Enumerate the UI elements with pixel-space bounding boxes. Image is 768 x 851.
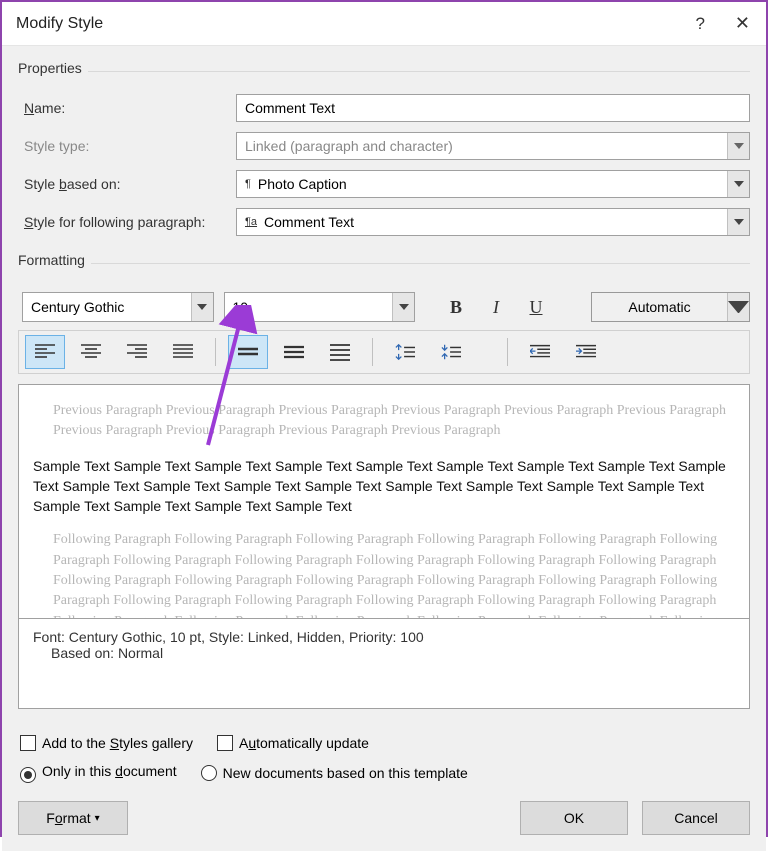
properties-label: Properties xyxy=(18,60,82,76)
bold-button[interactable]: B xyxy=(441,292,471,322)
underline-button[interactable]: U xyxy=(521,292,551,322)
dialog-title: Modify Style xyxy=(16,15,103,33)
increase-indent-button[interactable] xyxy=(566,335,606,369)
align-right-button[interactable] xyxy=(117,335,157,369)
font-color-select[interactable]: Automatic xyxy=(591,292,750,322)
desc-line-1: Font: Century Gothic, 10 pt, Style: Link… xyxy=(33,629,735,645)
based-on-label: Style based on: xyxy=(18,176,236,192)
line-spacing-2-button[interactable] xyxy=(320,335,360,369)
font-family-value: Century Gothic xyxy=(23,299,191,315)
name-input[interactable] xyxy=(236,94,750,122)
pilcrow-icon: ¶ xyxy=(245,178,251,190)
font-size-select[interactable]: 10 xyxy=(224,292,416,322)
based-on-select[interactable]: ¶Photo Caption xyxy=(236,170,750,198)
chevron-down-icon[interactable] xyxy=(727,209,749,235)
desc-line-2: Based on: Normal xyxy=(33,645,735,661)
style-description: Font: Century Gothic, 10 pt, Style: Link… xyxy=(18,619,750,709)
following-label: Style for following paragraph: xyxy=(18,214,236,230)
preview-previous-para: Previous Paragraph Previous Paragraph Pr… xyxy=(53,401,735,442)
align-justify-button[interactable] xyxy=(163,335,203,369)
style-preview: Previous Paragraph Previous Paragraph Pr… xyxy=(18,384,750,619)
close-button[interactable]: ✕ xyxy=(735,13,750,34)
style-type-label: Style type: xyxy=(18,138,236,154)
space-before-decrease-button[interactable] xyxy=(431,335,471,369)
chevron-down-icon[interactable] xyxy=(727,171,749,197)
italic-button[interactable]: I xyxy=(481,292,511,322)
style-type-select: Linked (paragraph and character) xyxy=(236,132,750,160)
ok-button[interactable]: OK xyxy=(520,801,628,835)
titlebar: Modify Style ? ✕ xyxy=(2,2,766,46)
following-value: ¶aComment Text xyxy=(237,214,727,230)
align-center-button[interactable] xyxy=(71,335,111,369)
based-on-value: ¶Photo Caption xyxy=(237,176,727,192)
chevron-down-icon[interactable] xyxy=(191,293,213,321)
following-select[interactable]: ¶aComment Text xyxy=(236,208,750,236)
preview-sample-text: Sample Text Sample Text Sample Text Samp… xyxy=(33,456,735,517)
align-left-button[interactable] xyxy=(25,335,65,369)
style-type-value: Linked (paragraph and character) xyxy=(237,138,727,154)
font-family-select[interactable]: Century Gothic xyxy=(22,292,214,322)
new-docs-template-radio[interactable]: New documents based on this template xyxy=(201,765,468,781)
paragraph-toolbar xyxy=(18,330,750,374)
only-this-doc-radio[interactable]: Only in this document xyxy=(20,763,177,783)
pilcrow-a-icon: ¶a xyxy=(245,216,257,228)
line-spacing-1_5-button[interactable] xyxy=(274,335,314,369)
font-toolbar: Century Gothic 10 B I U Automatic xyxy=(18,292,750,322)
auto-update-checkbox[interactable]: Automatically update xyxy=(217,735,369,751)
chevron-down-icon xyxy=(727,133,749,159)
dialog-body: Properties Name: Style type: Linked (par… xyxy=(2,46,766,851)
chevron-down-icon[interactable] xyxy=(727,293,749,321)
decrease-indent-button[interactable] xyxy=(520,335,560,369)
properties-header: Properties xyxy=(18,56,750,86)
add-to-gallery-checkbox[interactable]: Add to the Styles gallery xyxy=(20,735,193,751)
line-spacing-1-button[interactable] xyxy=(228,335,268,369)
dropdown-caret-icon: ▾ xyxy=(95,813,100,824)
space-before-increase-button[interactable] xyxy=(385,335,425,369)
font-size-value: 10 xyxy=(225,299,393,315)
name-label: Name: xyxy=(18,100,236,116)
cancel-button[interactable]: Cancel xyxy=(642,801,750,835)
preview-following-para: Following Paragraph Following Paragraph … xyxy=(53,530,735,619)
chevron-down-icon[interactable] xyxy=(392,293,414,321)
font-color-value: Automatic xyxy=(592,299,727,315)
formatting-label: Formatting xyxy=(18,252,85,268)
help-button[interactable]: ? xyxy=(695,14,704,34)
dialog-footer: Format▾ OK Cancel xyxy=(18,801,750,835)
format-button[interactable]: Format▾ xyxy=(18,801,128,835)
formatting-header: Formatting xyxy=(18,248,750,278)
